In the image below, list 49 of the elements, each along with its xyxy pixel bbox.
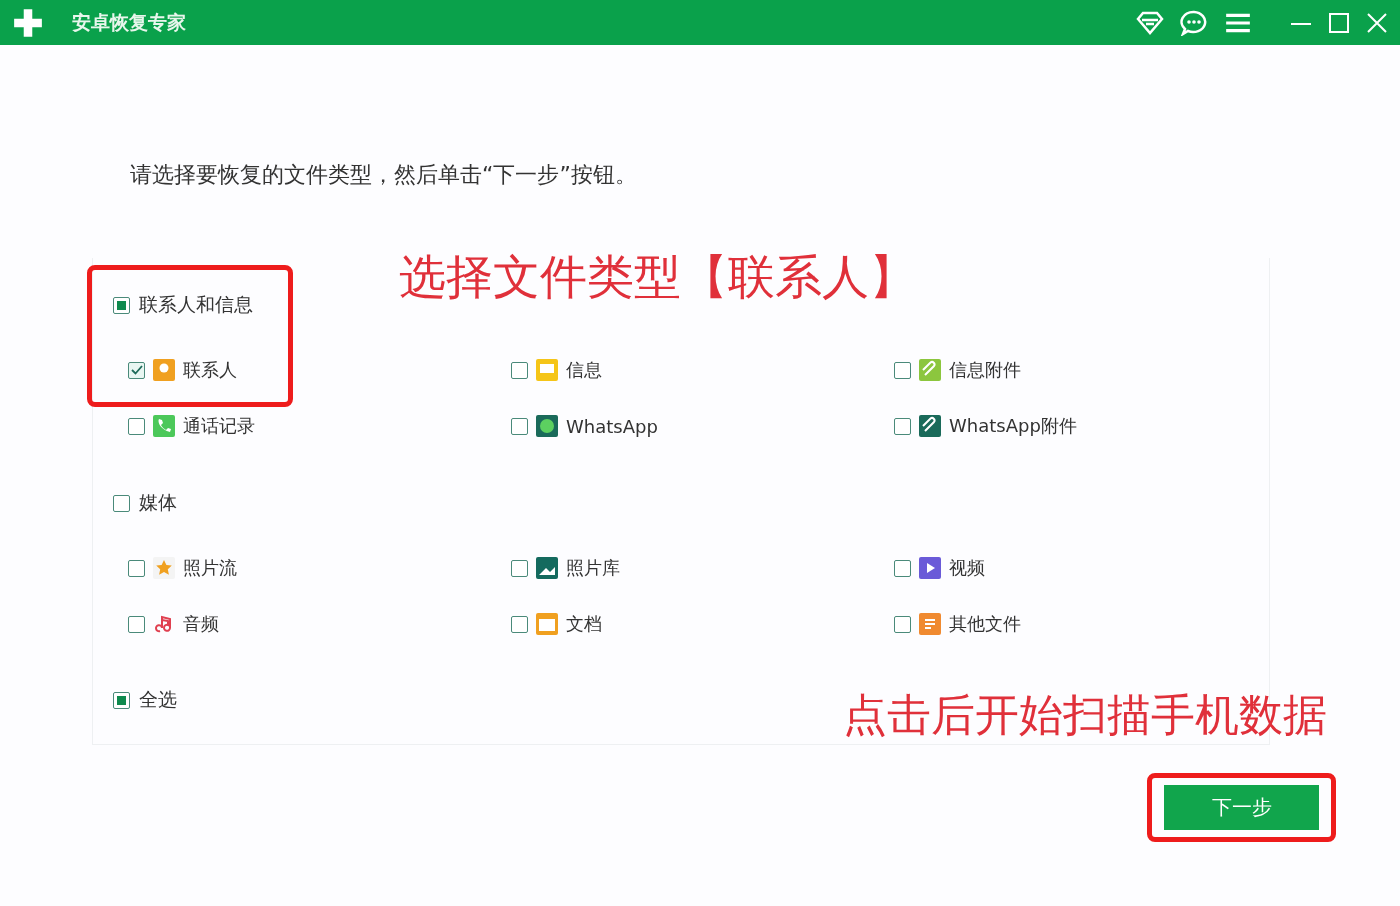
chat-bubble-icon	[535, 414, 559, 438]
checkbox[interactable]	[511, 559, 528, 577]
chat-icon[interactable]	[1180, 9, 1208, 36]
file-type-label: 通话记录	[183, 414, 255, 438]
play-icon	[918, 556, 942, 580]
file-type-label: 照片库	[566, 556, 620, 580]
group-label: 联系人和信息	[139, 292, 253, 317]
file-type-label: WhatsApp附件	[949, 414, 1077, 438]
checkbox[interactable]	[894, 361, 911, 379]
checkbox[interactable]	[511, 417, 528, 435]
contact-icon	[152, 358, 176, 382]
window-title: 安卓恢复专家	[72, 9, 186, 35]
instruction-text: 请选择要恢复的文件类型，然后单击“下一步”按钮。	[130, 161, 638, 189]
checkbox[interactable]	[113, 494, 130, 512]
folder-icon	[535, 612, 559, 636]
paperclip-icon	[918, 358, 942, 382]
next-button[interactable]: 下一步	[1164, 785, 1319, 830]
annotation-text: 点击后开始扫描手机数据	[843, 688, 1327, 742]
phone-icon	[152, 414, 176, 438]
checkbox[interactable]	[113, 691, 130, 709]
file-type-label: 音频	[183, 612, 219, 636]
checkbox[interactable]	[128, 417, 145, 435]
select-all-label: 全选	[139, 687, 177, 712]
checkbox[interactable]	[511, 615, 528, 633]
checkbox[interactable]	[894, 417, 911, 435]
checkbox[interactable]	[894, 559, 911, 577]
file-type-label: 其他文件	[949, 612, 1021, 636]
checkbox[interactable]	[128, 361, 145, 379]
checkbox[interactable]	[894, 615, 911, 633]
file-type-label: 联系人	[183, 358, 237, 382]
checkbox[interactable]	[113, 296, 130, 314]
file-type-label: 视频	[949, 556, 985, 580]
group-label: 媒体	[139, 490, 177, 515]
picture-icon	[535, 556, 559, 580]
checkbox[interactable]	[511, 361, 528, 379]
file-type-label: 信息	[566, 358, 602, 382]
paperclip-icon	[918, 414, 942, 438]
checkbox[interactable]	[128, 615, 145, 633]
document-icon	[918, 612, 942, 636]
plus-logo-icon	[12, 6, 44, 39]
annotation-text: 选择文件类型【联系人】	[399, 248, 916, 306]
file-type-label: 照片流	[183, 556, 237, 580]
checkbox[interactable]	[128, 559, 145, 577]
file-type-label: WhatsApp	[566, 415, 658, 437]
message-icon	[535, 358, 559, 382]
file-type-label: 文档	[566, 612, 602, 636]
maximize-icon[interactable]	[1328, 11, 1350, 34]
file-type-label: 信息附件	[949, 358, 1021, 382]
close-icon[interactable]	[1366, 11, 1388, 34]
